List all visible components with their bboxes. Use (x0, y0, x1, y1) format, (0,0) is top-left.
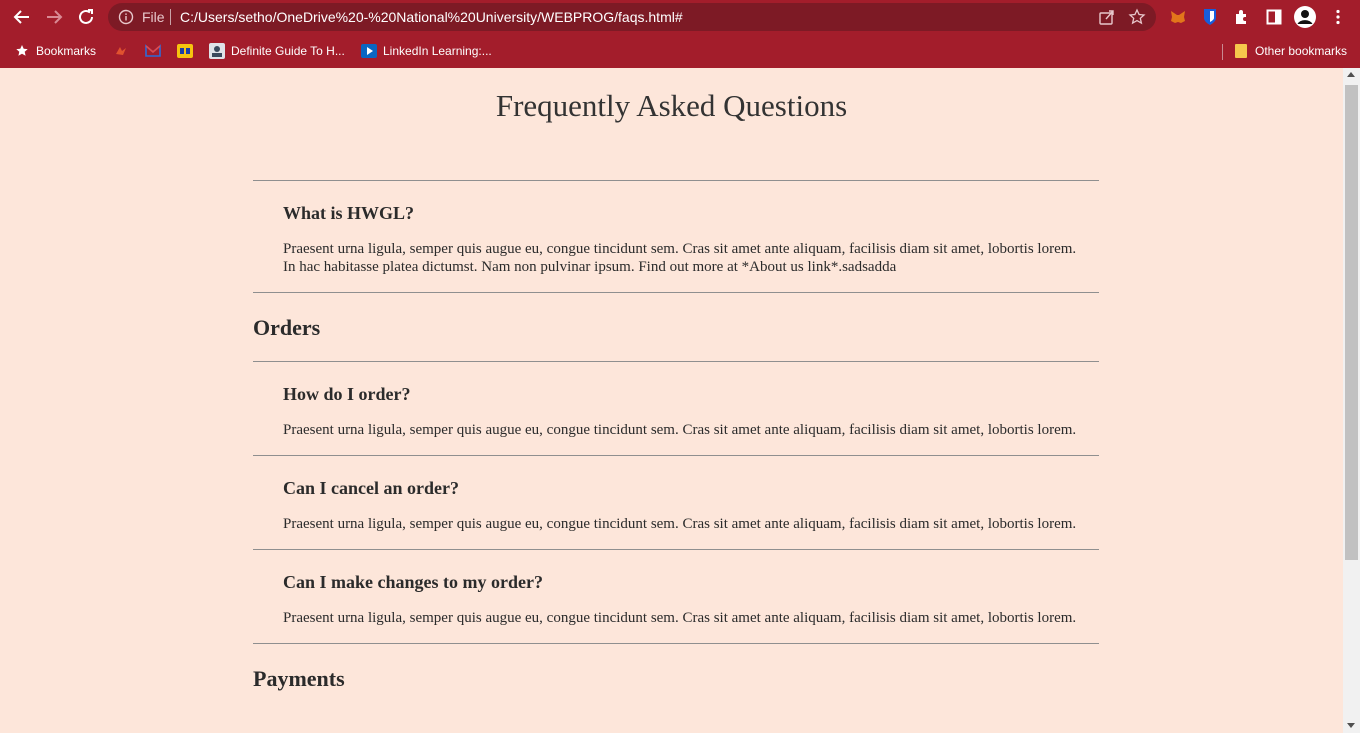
browser-toolbar: File C:/Users/setho/OneDrive%20-%20Natio… (0, 0, 1360, 34)
bookmarks-divider (1222, 44, 1223, 60)
video-thumb-icon (209, 43, 225, 59)
share-icon[interactable] (1098, 8, 1116, 31)
profile-avatar-icon[interactable] (1294, 6, 1316, 28)
faq-answer: Praesent urna ligula, semper quis augue … (283, 610, 1077, 626)
play-icon (361, 43, 377, 59)
faq-container: What is HWGL? Praesent urna ligula, semp… (253, 180, 1099, 712)
bookmark-label: Bookmarks (36, 44, 97, 58)
faq-item: What is HWGL? Praesent urna ligula, semp… (253, 181, 1099, 292)
scroll-up-arrow-icon[interactable] (1347, 72, 1355, 77)
faq-answer: Praesent urna ligula, semper quis augue … (283, 422, 1077, 438)
section-heading-next: Payments (253, 666, 345, 691)
reload-button[interactable] (74, 5, 98, 29)
bookmark-item-bird[interactable] (113, 42, 135, 60)
faq-question: Can I make changes to my order? (283, 572, 543, 592)
bookmark-item-badge[interactable] (177, 42, 199, 60)
metamask-extension-icon[interactable] (1167, 6, 1189, 28)
bookmark-label: Definite Guide To H... (231, 44, 345, 58)
extensions-puzzle-icon[interactable] (1231, 6, 1253, 28)
page-viewport: Frequently Asked Questions What is HWGL?… (0, 68, 1343, 733)
star-icon (14, 43, 30, 59)
faq-item: How do I order? Praesent urna ligula, se… (253, 362, 1099, 455)
bookmark-item-bookmarks[interactable]: Bookmarks (14, 42, 96, 60)
url-text[interactable]: C:/Users/setho/OneDrive%20-%20National%2… (180, 9, 683, 25)
badge-icon (177, 43, 193, 59)
forward-button[interactable] (42, 5, 66, 29)
faq-question: How do I order? (283, 384, 411, 404)
faq-answer: Praesent urna ligula, semper quis augue … (283, 516, 1077, 532)
bookmarks-bar: Bookmarks Definite Guide To H... LinkedI… (0, 34, 1360, 68)
info-icon[interactable] (118, 9, 134, 30)
bookmark-item-definite-guide[interactable]: Definite Guide To H... (209, 42, 345, 60)
other-bookmarks-label: Other bookmarks (1255, 44, 1348, 58)
url-scheme-label: File (142, 9, 165, 25)
bird-icon (113, 43, 129, 59)
forward-arrow-icon (47, 10, 63, 24)
bookmark-label: LinkedIn Learning:... (383, 44, 492, 58)
faq-item: Can I make changes to my order? Praesent… (253, 550, 1099, 643)
url-separator (170, 9, 171, 25)
faq-item: Can I cancel an order? Praesent urna lig… (253, 456, 1099, 549)
bookmark-item-mail[interactable] (145, 42, 167, 60)
back-arrow-icon (13, 10, 29, 24)
bookmark-star-icon[interactable] (1128, 8, 1146, 31)
other-bookmarks-button[interactable]: Other bookmarks (1233, 42, 1347, 60)
reload-icon (79, 9, 93, 24)
side-panel-icon[interactable] (1263, 6, 1285, 28)
scroll-down-arrow-icon[interactable] (1347, 723, 1355, 728)
bitwarden-extension-icon[interactable] (1199, 6, 1221, 28)
folder-icon (1233, 43, 1249, 59)
menu-kebab-icon[interactable] (1327, 6, 1349, 28)
scrollbar-thumb[interactable] (1345, 85, 1358, 560)
faq-question: What is HWGL? (283, 203, 415, 223)
faq-question: Can I cancel an order? (283, 478, 459, 498)
bookmark-item-linkedin-learning[interactable]: LinkedIn Learning:... (361, 42, 492, 60)
mail-icon (145, 43, 161, 59)
section-heading-orders: Orders (253, 315, 321, 340)
back-button[interactable] (10, 5, 34, 29)
address-bar[interactable]: File C:/Users/setho/OneDrive%20-%20Natio… (108, 3, 1156, 31)
faq-answer: Praesent urna ligula, semper quis augue … (283, 241, 1077, 275)
vertical-scrollbar[interactable] (1343, 68, 1360, 733)
page-title: Frequently Asked Questions (495, 88, 848, 123)
